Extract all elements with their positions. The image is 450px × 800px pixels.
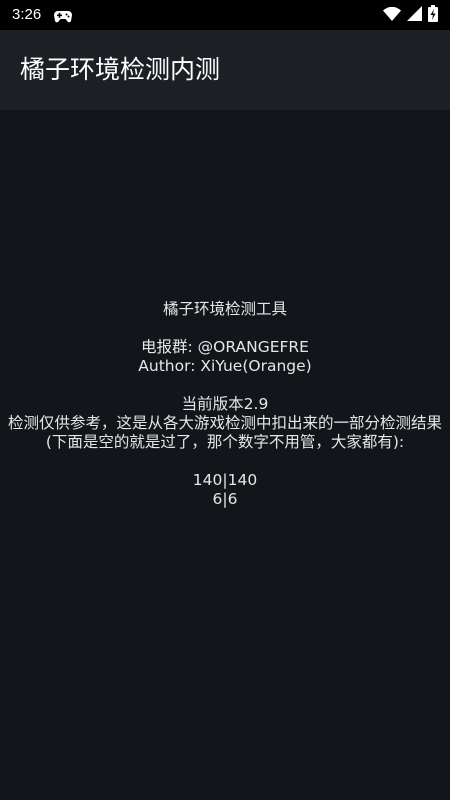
- status-time: 3:26: [12, 6, 42, 23]
- game-controller-icon: [54, 8, 72, 23]
- telegram-group: 电报群: @ORANGEFRE: [141, 338, 309, 356]
- tool-name: 橘子环境检测工具: [162, 300, 287, 318]
- signal-icon: [407, 5, 422, 25]
- status-bar: 3:26: [0, 0, 450, 30]
- author: Author: XiYue(Orange): [138, 357, 312, 375]
- version: 当前版本2.9: [181, 395, 269, 413]
- info-text-block: 橘子环境检测工具 电报群: @ORANGEFRE Author: XiYue(O…: [0, 300, 450, 509]
- disclaimer: 检测仅供参考，这是从各大游戏检测中扣出来的一部分检测结果(下面是空的就是过了，那…: [7, 414, 442, 451]
- main-content: 橘子环境检测工具 电报群: @ORANGEFRE Author: XiYue(O…: [0, 110, 450, 800]
- result-1: 140|140: [192, 471, 258, 489]
- battery-icon: [428, 4, 438, 26]
- app-title: 橘子环境检测内测: [20, 55, 221, 84]
- wifi-icon: [383, 6, 401, 25]
- result-2: 6|6: [212, 490, 238, 508]
- app-bar: 橘子环境检测内测: [0, 30, 450, 110]
- status-icons: [383, 4, 438, 26]
